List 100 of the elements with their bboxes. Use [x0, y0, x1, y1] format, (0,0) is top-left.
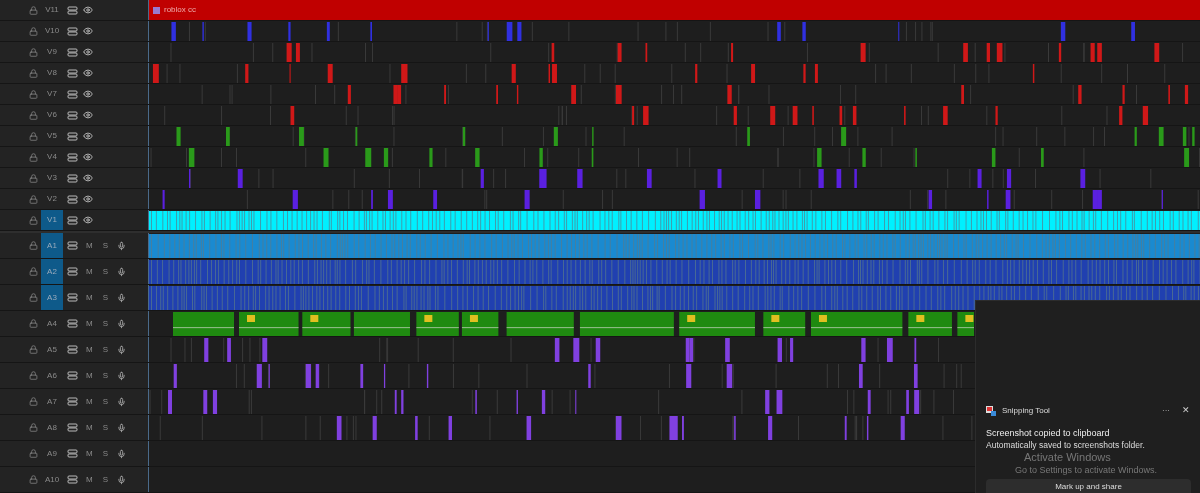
solo-toggle[interactable]: S — [102, 395, 108, 408]
eye-icon[interactable] — [83, 173, 93, 183]
sync-lock-icon[interactable] — [67, 449, 78, 458]
lock-icon[interactable] — [29, 152, 38, 162]
eye-icon[interactable] — [83, 5, 93, 15]
clip[interactable]: roblox cc — [149, 0, 1200, 20]
lock-icon[interactable] — [29, 5, 38, 15]
microphone-icon[interactable] — [117, 318, 126, 329]
mute-toggle[interactable]: M — [86, 369, 93, 382]
solo-toggle[interactable]: S — [102, 239, 108, 252]
sync-lock-icon[interactable] — [67, 345, 78, 354]
lock-icon[interactable] — [29, 110, 38, 120]
track-name[interactable]: A6 — [41, 363, 63, 388]
eye-icon[interactable] — [83, 110, 93, 120]
track-name[interactable]: A9 — [41, 441, 63, 466]
mute-toggle[interactable]: M — [86, 239, 93, 252]
sync-lock-icon[interactable] — [67, 194, 78, 204]
track-name[interactable]: A3 — [41, 285, 63, 310]
eye-icon[interactable] — [83, 26, 93, 36]
sync-lock-icon[interactable] — [67, 423, 78, 432]
eye-icon[interactable] — [83, 215, 93, 225]
track-name[interactable]: V9 — [41, 42, 63, 62]
lock-icon[interactable] — [29, 68, 38, 78]
lock-icon[interactable] — [29, 215, 38, 225]
solo-toggle[interactable]: S — [102, 343, 108, 356]
mute-toggle[interactable]: M — [86, 265, 93, 278]
solo-toggle[interactable]: S — [102, 447, 108, 460]
track-name[interactable]: V2 — [41, 189, 63, 209]
track-name[interactable]: V8 — [41, 63, 63, 83]
lock-icon[interactable] — [29, 475, 38, 484]
sync-lock-icon[interactable] — [67, 47, 78, 57]
solo-toggle[interactable]: S — [102, 291, 108, 304]
mute-toggle[interactable]: M — [86, 291, 93, 304]
close-button[interactable]: ✕ — [1182, 403, 1190, 418]
lock-icon[interactable] — [29, 26, 38, 36]
microphone-icon[interactable] — [117, 344, 126, 355]
lock-icon[interactable] — [29, 89, 38, 99]
mute-toggle[interactable]: M — [86, 473, 93, 486]
microphone-icon[interactable] — [117, 396, 126, 407]
eye-icon[interactable] — [83, 47, 93, 57]
sync-lock-icon[interactable] — [67, 475, 78, 484]
sync-lock-icon[interactable] — [67, 110, 78, 120]
track-name[interactable]: A4 — [41, 311, 63, 336]
sync-lock-icon[interactable] — [67, 89, 78, 99]
sync-lock-icon[interactable] — [67, 241, 78, 250]
lock-icon[interactable] — [29, 131, 38, 141]
sync-lock-icon[interactable] — [67, 215, 78, 225]
lock-icon[interactable] — [29, 319, 38, 328]
sync-lock-icon[interactable] — [67, 68, 78, 78]
microphone-icon[interactable] — [117, 240, 126, 251]
lock-icon[interactable] — [29, 267, 38, 276]
mark-up-button[interactable]: Mark up and share — [986, 479, 1191, 493]
mute-toggle[interactable]: M — [86, 447, 93, 460]
lock-icon[interactable] — [29, 371, 38, 380]
microphone-icon[interactable] — [117, 448, 126, 459]
track-name[interactable]: A2 — [41, 259, 63, 284]
microphone-icon[interactable] — [117, 474, 126, 485]
lock-icon[interactable] — [29, 194, 38, 204]
solo-toggle[interactable]: S — [102, 421, 108, 434]
eye-icon[interactable] — [83, 152, 93, 162]
sync-lock-icon[interactable] — [67, 267, 78, 276]
eye-icon[interactable] — [83, 89, 93, 99]
sync-lock-icon[interactable] — [67, 152, 78, 162]
eye-icon[interactable] — [83, 194, 93, 204]
mute-toggle[interactable]: M — [86, 395, 93, 408]
track-name[interactable]: A10 — [41, 467, 63, 492]
sync-lock-icon[interactable] — [67, 131, 78, 141]
solo-toggle[interactable]: S — [102, 369, 108, 382]
sync-lock-icon[interactable] — [67, 173, 78, 183]
microphone-icon[interactable] — [117, 422, 126, 433]
microphone-icon[interactable] — [117, 292, 126, 303]
track-name[interactable]: A8 — [41, 415, 63, 440]
track-name[interactable]: A7 — [41, 389, 63, 414]
sync-lock-icon[interactable] — [67, 319, 78, 328]
lock-icon[interactable] — [29, 241, 38, 250]
sync-lock-icon[interactable] — [67, 293, 78, 302]
track-name[interactable]: V4 — [41, 147, 63, 167]
track-name[interactable]: V6 — [41, 105, 63, 125]
lock-icon[interactable] — [29, 423, 38, 432]
microphone-icon[interactable] — [117, 370, 126, 381]
sync-lock-icon[interactable] — [67, 397, 78, 406]
track-name[interactable]: V7 — [41, 84, 63, 104]
sync-lock-icon[interactable] — [67, 371, 78, 380]
solo-toggle[interactable]: S — [102, 473, 108, 486]
solo-toggle[interactable]: S — [102, 317, 108, 330]
mute-toggle[interactable]: M — [86, 421, 93, 434]
track-name[interactable]: V1 — [41, 210, 63, 230]
track-name[interactable]: V5 — [41, 126, 63, 146]
more-button[interactable]: ··· — [1162, 404, 1170, 417]
eye-icon[interactable] — [83, 68, 93, 78]
track-name[interactable]: V10 — [41, 21, 63, 41]
mute-toggle[interactable]: M — [86, 343, 93, 356]
lock-icon[interactable] — [29, 173, 38, 183]
eye-icon[interactable] — [83, 131, 93, 141]
track-name[interactable]: V11 — [41, 0, 63, 20]
lock-icon[interactable] — [29, 345, 38, 354]
track-name[interactable]: V3 — [41, 168, 63, 188]
sync-lock-icon[interactable] — [67, 26, 78, 36]
track-name[interactable]: A1 — [41, 233, 63, 258]
solo-toggle[interactable]: S — [102, 265, 108, 278]
